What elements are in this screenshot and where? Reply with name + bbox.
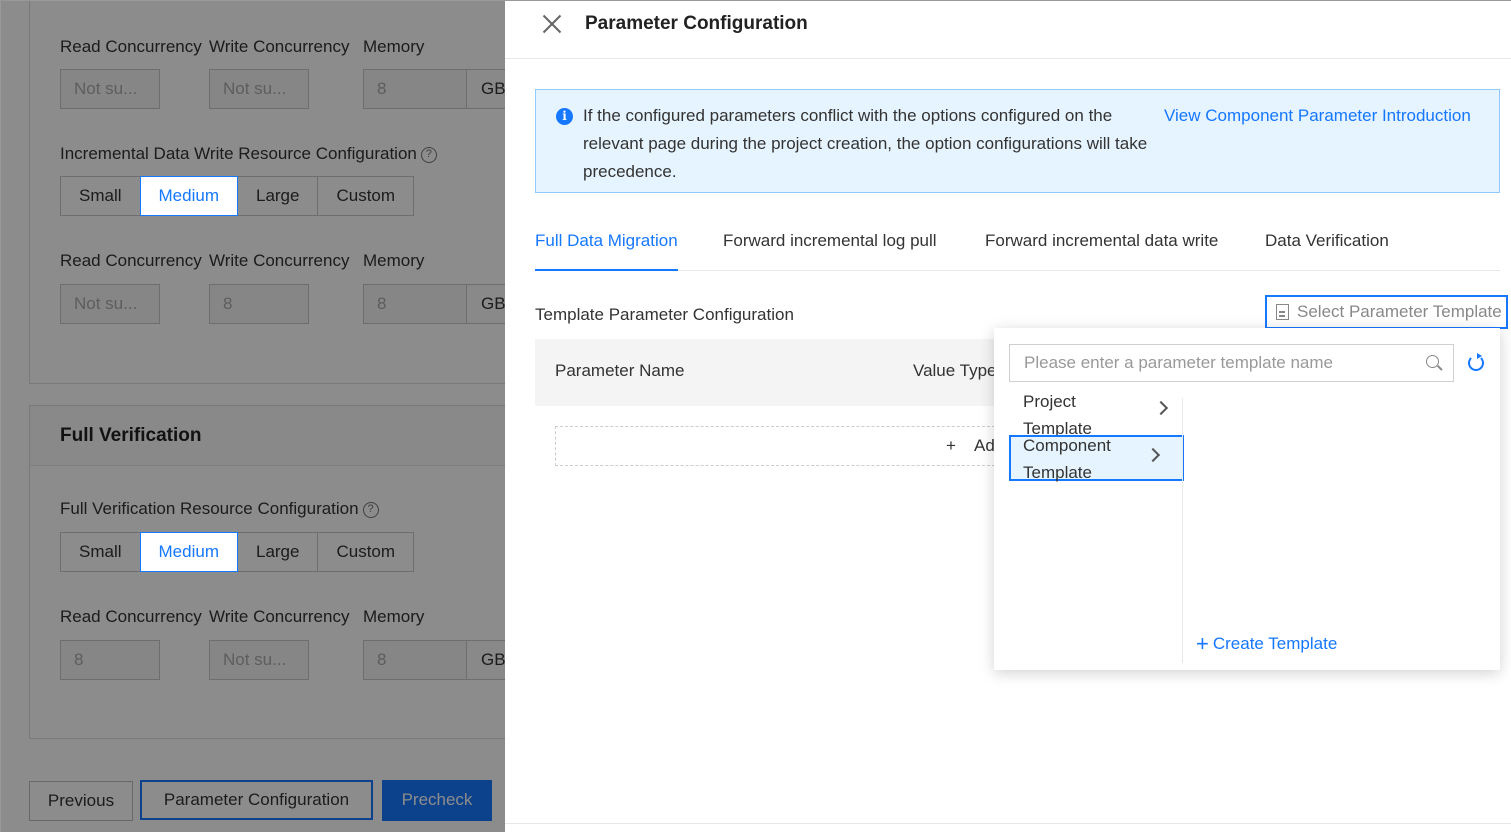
add-parameter-label: Ad: [974, 436, 995, 455]
divider: [1182, 398, 1183, 663]
column-value-type: Value Type: [913, 361, 997, 380]
column-parameter-name: Parameter Name: [555, 361, 685, 380]
add-parameter-button[interactable]: + Ad: [555, 426, 1005, 466]
info-icon: i: [556, 108, 573, 125]
category-project-template[interactable]: Project Template: [1009, 388, 1184, 438]
info-message: If the configured parameters conflict wi…: [583, 106, 1148, 181]
parameter-table-header: Parameter Name Value Type: [535, 339, 1005, 406]
select-parameter-template-button[interactable]: Select Parameter Template: [1265, 295, 1508, 329]
document-icon: [1276, 304, 1289, 320]
size-option-medium[interactable]: Medium: [139, 532, 238, 572]
drawer-title: Parameter Configuration: [585, 13, 808, 34]
category-component-template[interactable]: Component Template: [1009, 435, 1184, 482]
parameter-configuration-drawer: Parameter Configuration i If the configu…: [505, 1, 1511, 832]
chevron-right-icon: [1145, 447, 1161, 463]
plus-icon: +: [1196, 631, 1209, 656]
plus-icon: +: [946, 436, 956, 455]
info-alert: i If the configured parameters conflict …: [535, 89, 1500, 193]
drawer-header: Parameter Configuration: [505, 1, 1511, 59]
search-icon[interactable]: [1426, 355, 1439, 368]
template-parameter-configuration-label: Template Parameter Configuration: [535, 305, 794, 324]
category-label: Component Template: [1023, 436, 1111, 482]
modal-mask[interactable]: [1, 1, 505, 832]
tab-bar: Full Data Migration Forward incremental …: [535, 223, 1500, 271]
close-icon[interactable]: [541, 13, 563, 35]
template-search-input[interactable]: Please enter a parameter template name: [1009, 344, 1454, 382]
tab-forward-incremental-data-write[interactable]: Forward incremental data write: [985, 231, 1218, 271]
chevron-right-icon: [1153, 400, 1169, 416]
background-page: Read Concurrency Write Concurrency Memor…: [1, 1, 505, 832]
tab-full-data-migration[interactable]: Full Data Migration: [535, 231, 678, 271]
template-search-placeholder: Please enter a parameter template name: [1024, 353, 1334, 372]
select-parameter-template-label: Select Parameter Template: [1297, 302, 1502, 321]
template-dropdown: Please enter a parameter template name P…: [994, 328, 1500, 670]
view-component-parameter-introduction-link[interactable]: View Component Parameter Introduction: [1164, 102, 1471, 130]
refresh-icon[interactable]: [1468, 353, 1484, 371]
tab-data-verification[interactable]: Data Verification: [1265, 231, 1389, 271]
size-option-medium[interactable]: Medium: [139, 176, 238, 216]
tab-forward-incremental-log-pull[interactable]: Forward incremental log pull: [723, 231, 937, 271]
divider: [505, 823, 1511, 824]
create-template-link[interactable]: + Create Template: [1196, 631, 1338, 656]
create-template-label: Create Template: [1212, 634, 1338, 653]
